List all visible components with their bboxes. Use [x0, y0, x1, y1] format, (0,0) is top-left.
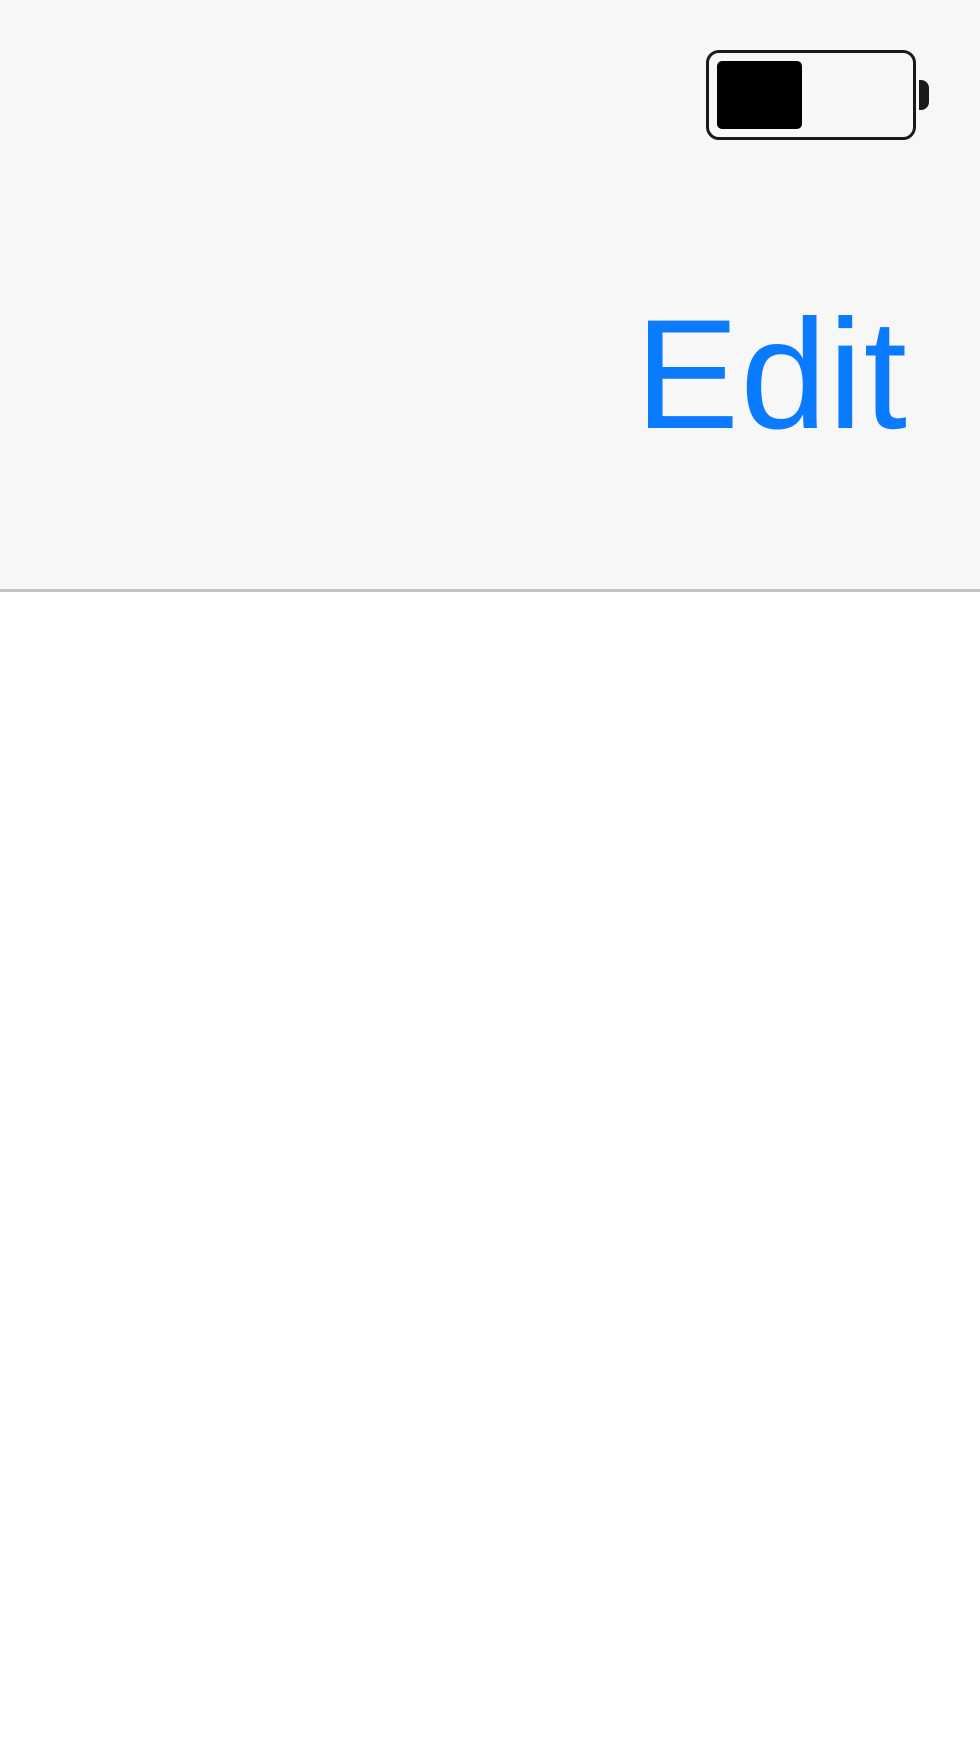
navigation-bar: Edit [0, 190, 980, 589]
battery-level-fill [717, 61, 802, 129]
battery-terminal [919, 80, 929, 110]
battery-icon [706, 50, 929, 140]
battery-body [706, 50, 916, 140]
edit-button[interactable]: Edit [635, 285, 908, 465]
top-bar-container: Edit [0, 0, 980, 592]
status-bar [0, 0, 980, 190]
content-area [0, 592, 980, 1740]
